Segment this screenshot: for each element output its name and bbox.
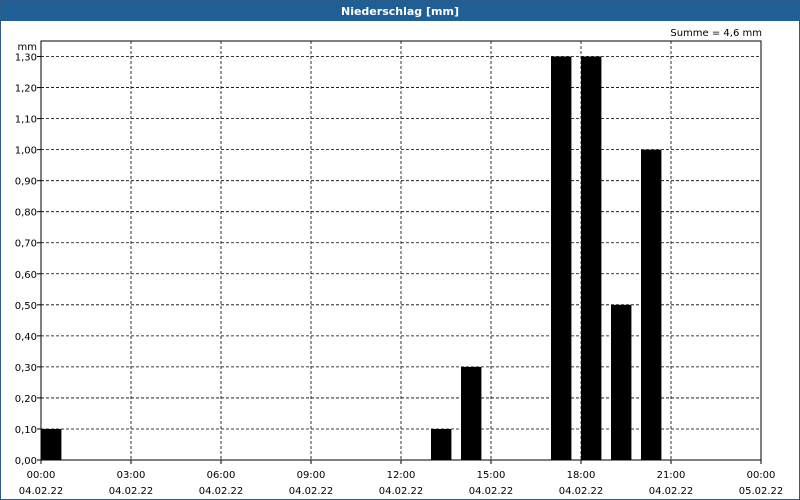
y-tick-label: 0,50 xyxy=(15,301,37,312)
x-tick-date: 04.02.22 xyxy=(649,486,694,497)
precipitation-bar xyxy=(551,56,572,460)
x-tick-date: 04.02.22 xyxy=(559,486,604,497)
y-tick-label: 0,70 xyxy=(15,239,37,250)
x-tick-time: 06:00 xyxy=(207,470,236,481)
x-tick-date: 04.02.22 xyxy=(469,486,514,497)
sum-label: Summe = 4,6 mm xyxy=(670,28,762,39)
y-tick-label: 0,00 xyxy=(15,456,37,467)
y-tick-label: 1,20 xyxy=(15,84,37,95)
y-tick-label: 0,20 xyxy=(15,394,37,405)
x-tick-date: 05.02.22 xyxy=(739,486,784,497)
precipitation-bar xyxy=(581,56,602,460)
y-tick-label: 0,10 xyxy=(15,425,37,436)
precipitation-bar xyxy=(41,428,62,460)
x-tick-time: 12:00 xyxy=(387,470,416,481)
precipitation-bar xyxy=(611,304,632,460)
x-tick-time: 00:00 xyxy=(27,470,56,481)
y-tick-label: 1,10 xyxy=(15,115,37,126)
x-tick-time: 00:00 xyxy=(747,470,776,481)
precipitation-bar xyxy=(641,149,662,460)
x-tick-time: 18:00 xyxy=(567,470,596,481)
x-tick-date: 04.02.22 xyxy=(199,486,244,497)
bars-group xyxy=(41,56,662,460)
y-tick-label: 1,30 xyxy=(15,53,37,64)
y-tick-label: 0,80 xyxy=(15,208,37,219)
x-tick-date: 04.02.22 xyxy=(109,486,154,497)
y-tick-label: 0,90 xyxy=(15,177,37,188)
x-tick-date: 04.02.22 xyxy=(379,486,424,497)
y-tick-label: 1,00 xyxy=(15,146,37,157)
precipitation-bar xyxy=(431,428,452,460)
x-tick-time: 15:00 xyxy=(477,470,506,481)
x-tick-time: 21:00 xyxy=(657,470,686,481)
precipitation-chart: 0,00 0,10 0,20 0,30 0,40 0,50 0,60 0,70 0,80 0,90… xyxy=(15,28,784,497)
x-tick-time: 09:00 xyxy=(297,470,326,481)
y-tick-label: 0,40 xyxy=(15,332,37,343)
x-tick-labels: 00:00 04.02.22 03:00 04.02.22 06:00 04.02.22 0… xyxy=(19,470,784,497)
x-tick-time: 03:00 xyxy=(117,470,146,481)
y-tick-label: 0,60 xyxy=(15,270,37,281)
precipitation-bar xyxy=(461,366,482,460)
y-tick-labels: 0,00 0,10 0,20 0,30 0,40 0,50 0,60 0,70 0,80 0,90… xyxy=(15,53,37,467)
y-axis-unit: mm xyxy=(18,42,37,53)
y-tick-label: 0,30 xyxy=(15,363,37,374)
x-tick-date: 04.02.22 xyxy=(19,486,64,497)
x-tick-date: 04.02.22 xyxy=(289,486,334,497)
